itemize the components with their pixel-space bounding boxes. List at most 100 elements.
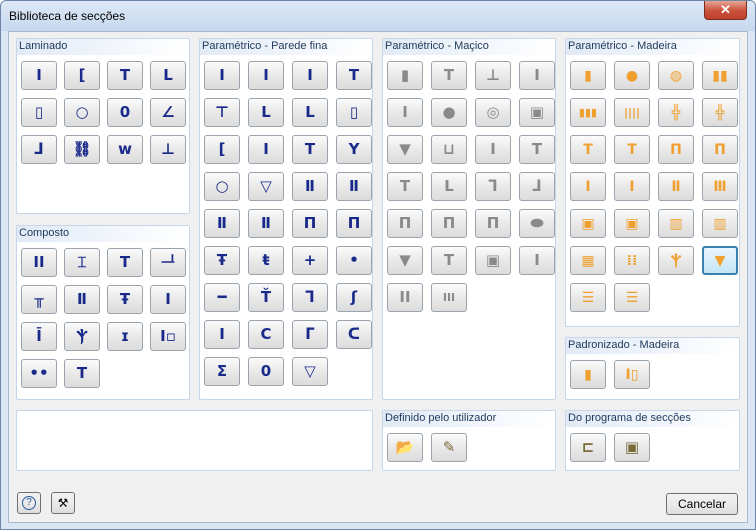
double-i-button[interactable]: II xyxy=(21,248,57,277)
pm-tri-button[interactable]: ▼ xyxy=(387,246,423,275)
i-plate-button[interactable]: Ⅱ xyxy=(64,285,100,314)
rail-section-button[interactable]: ⛓ xyxy=(64,135,100,164)
bulb-flat-button[interactable]: ⊥ xyxy=(150,135,186,164)
help-button[interactable]: ? xyxy=(17,492,41,514)
std-rect-button[interactable]: ▮ xyxy=(570,360,606,389)
i-box-button[interactable]: I▫ xyxy=(150,322,186,351)
pf-plus-button[interactable]: + xyxy=(292,246,328,275)
pf-y-button[interactable]: Y xyxy=(336,135,372,164)
pf-dot-button[interactable]: • xyxy=(336,246,372,275)
pm-t-button[interactable]: T xyxy=(431,61,467,90)
wd-i2-button[interactable]: I xyxy=(614,172,650,201)
cancel-button[interactable]: Cancelar xyxy=(666,493,738,515)
pf-pi-button[interactable]: Π xyxy=(292,209,328,238)
pm-oval-button[interactable]: ⬬ xyxy=(519,209,555,238)
pm-trap-button[interactable]: ▼ xyxy=(387,135,423,164)
wd-box-button[interactable]: ▣ xyxy=(570,209,606,238)
pf-pi2-button[interactable]: Π xyxy=(336,209,372,238)
pm-hollow-rect-button[interactable]: ▣ xyxy=(519,98,555,127)
wd-box2-button[interactable]: ▣ xyxy=(614,209,650,238)
angle-section-button[interactable]: L xyxy=(150,61,186,90)
wd-box3-button[interactable]: ▥ xyxy=(658,209,694,238)
wd-circle-button[interactable]: ● xyxy=(614,61,650,90)
i-stiff-button[interactable]: Ⲯ xyxy=(64,322,100,351)
wd-grid2-button[interactable]: ⁞⁞ xyxy=(614,246,650,275)
pf-box4-button[interactable]: Ⅱ xyxy=(204,209,240,238)
pm-i4-button[interactable]: I xyxy=(519,246,555,275)
t-plate-button[interactable]: T xyxy=(64,359,100,388)
pf-c-button[interactable]: [ xyxy=(204,135,240,164)
pm-iii-button[interactable]: III xyxy=(431,283,467,312)
i-web-button[interactable]: Ī xyxy=(21,322,57,351)
z-section-button[interactable]: ᒧ xyxy=(21,135,57,164)
wd-pi2-button[interactable]: Π xyxy=(702,135,738,164)
wd-two-button[interactable]: ▮▮ xyxy=(702,61,738,90)
pm-ii-button[interactable]: II xyxy=(387,283,423,312)
pf-c2-button[interactable]: C xyxy=(248,320,284,349)
wd-four-button[interactable]: |||| xyxy=(614,98,650,127)
shape-thin-button[interactable]: ⊏ xyxy=(570,433,606,462)
pm-circle-button[interactable]: ● xyxy=(431,98,467,127)
wd-box4-button[interactable]: ▥ xyxy=(702,209,738,238)
units-button[interactable]: ⚒ xyxy=(51,492,75,514)
i-cover-button[interactable]: Ŧ xyxy=(107,285,143,314)
tee-channel-button[interactable]: T xyxy=(107,248,143,277)
pf-i5-button[interactable]: I xyxy=(204,320,240,349)
i-section-button[interactable]: I xyxy=(21,61,57,90)
pf-s-button[interactable]: ʃ xyxy=(336,283,372,312)
rect-hollow-button[interactable]: ▯ xyxy=(21,98,57,127)
pm-box-button[interactable]: ▣ xyxy=(475,246,511,275)
unequal-angle-button[interactable]: ∠ xyxy=(150,98,186,127)
pf-cross-button[interactable]: Ŧ xyxy=(204,246,240,275)
wd-i-button[interactable]: I xyxy=(570,172,606,201)
shape-massive-button[interactable]: ▣ xyxy=(614,433,650,462)
two-bars-button[interactable]: •• xyxy=(21,359,57,388)
pf-i2-button[interactable]: I xyxy=(248,61,284,90)
i-channel-button[interactable]: ⌶ xyxy=(64,248,100,277)
wd-trap-button[interactable]: ▼ xyxy=(702,246,738,275)
pm-z-button[interactable]: ᒣ xyxy=(475,172,511,201)
pf-rect-button[interactable]: ▯ xyxy=(336,98,372,127)
i-slim-button[interactable]: ɪ xyxy=(107,322,143,351)
circ-hollow-button[interactable]: ○ xyxy=(64,98,100,127)
pm-i-button[interactable]: I xyxy=(519,61,555,90)
pm-t2-button[interactable]: T xyxy=(519,135,555,164)
pm-rect-button[interactable]: ▮ xyxy=(387,61,423,90)
ellipse-hollow-button[interactable]: 0 xyxy=(107,98,143,127)
sheet-pile-button[interactable]: w xyxy=(107,135,143,164)
pm-t4-button[interactable]: T xyxy=(431,246,467,275)
pf-box2-button[interactable]: Ⅱ xyxy=(292,172,328,201)
double-tee-button[interactable]: ᆜ xyxy=(150,248,186,277)
pf-z-button[interactable]: ᒣ xyxy=(292,283,328,312)
pf-box5-button[interactable]: Ⅱ xyxy=(248,209,284,238)
pm-pi3-button[interactable]: Π xyxy=(475,209,511,238)
pf-l-button[interactable]: L xyxy=(248,98,284,127)
pf-i3-button[interactable]: I xyxy=(292,61,328,90)
pf-trap-button[interactable]: ▽ xyxy=(292,357,328,386)
pm-t3-button[interactable]: T xyxy=(387,172,423,201)
wd-i5-button[interactable]: Ⲯ xyxy=(658,246,694,275)
pf-t-button[interactable]: T xyxy=(336,61,372,90)
pf-i4-button[interactable]: I xyxy=(248,135,284,164)
pm-pi-button[interactable]: Π xyxy=(387,209,423,238)
pf-box3-button[interactable]: Ⅱ xyxy=(336,172,372,201)
pm-i3-button[interactable]: I xyxy=(475,135,511,164)
wd-t2-button[interactable]: T xyxy=(614,135,650,164)
pf-t2-button[interactable]: ⊤ xyxy=(204,98,240,127)
open-folder-button[interactable]: 📂 xyxy=(387,433,423,462)
pm-i2-button[interactable]: I xyxy=(387,98,423,127)
pf-ellipse-button[interactable]: 0 xyxy=(248,357,284,386)
pm-pi2-button[interactable]: Π xyxy=(431,209,467,238)
wd-cross-button[interactable]: ╬ xyxy=(658,98,694,127)
i-flange-button[interactable]: I xyxy=(150,285,186,314)
wd-rect-button[interactable]: ▮ xyxy=(570,61,606,90)
pm-u-button[interactable]: ⊔ xyxy=(431,135,467,164)
pf-flat-button[interactable]: ━ xyxy=(204,283,240,312)
wd-lam-button[interactable]: ☰ xyxy=(570,283,606,312)
tee-section-button[interactable]: T xyxy=(107,61,143,90)
wd-i3-button[interactable]: Ⅱ xyxy=(658,172,694,201)
wd-i4-button[interactable]: Ⅲ xyxy=(702,172,738,201)
pm-z2-button[interactable]: ᒧ xyxy=(519,172,555,201)
edit-section-button[interactable]: ✎ xyxy=(431,433,467,462)
pf-circ-button[interactable]: ○ xyxy=(204,172,240,201)
